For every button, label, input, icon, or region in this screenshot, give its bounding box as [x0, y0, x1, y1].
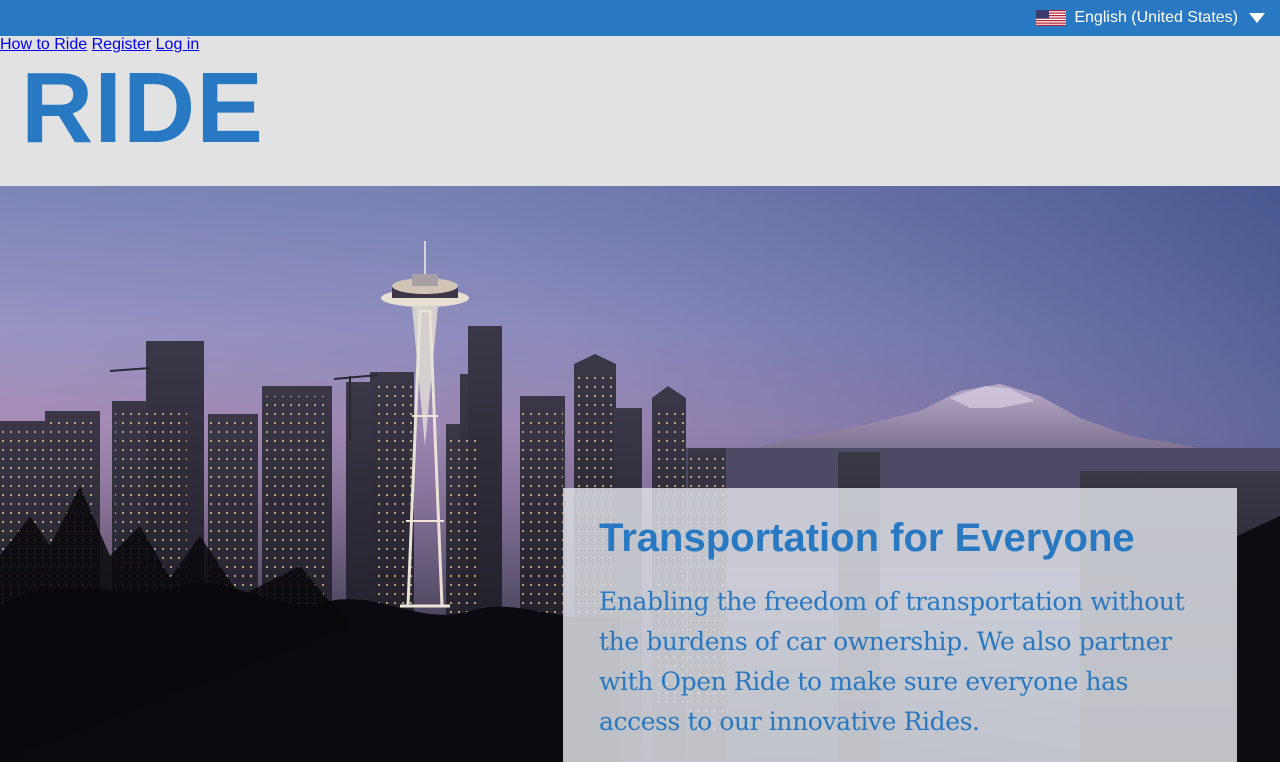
top-bar: English (United States) [0, 0, 1280, 36]
ride-logo[interactable]: RIDE [21, 58, 264, 158]
language-selector[interactable]: English (United States) [1036, 0, 1266, 36]
site-header: RIDE How to Ride Register Log in [0, 36, 1280, 186]
hero-info-card: Transportation for Everyone Enabling the… [563, 488, 1237, 762]
caret-down-icon [1249, 13, 1265, 23]
nav-register[interactable]: Register [92, 36, 152, 53]
nav-login[interactable]: Log in [156, 36, 200, 53]
us-flag-icon [1036, 10, 1067, 26]
language-label: English (United States) [1074, 9, 1238, 26]
hero-title: Transportation for Everyone [599, 516, 1135, 560]
hero-description: Enabling the freedom of transportation w… [599, 587, 1185, 736]
nav-how-to-ride[interactable]: How to Ride [0, 36, 87, 53]
